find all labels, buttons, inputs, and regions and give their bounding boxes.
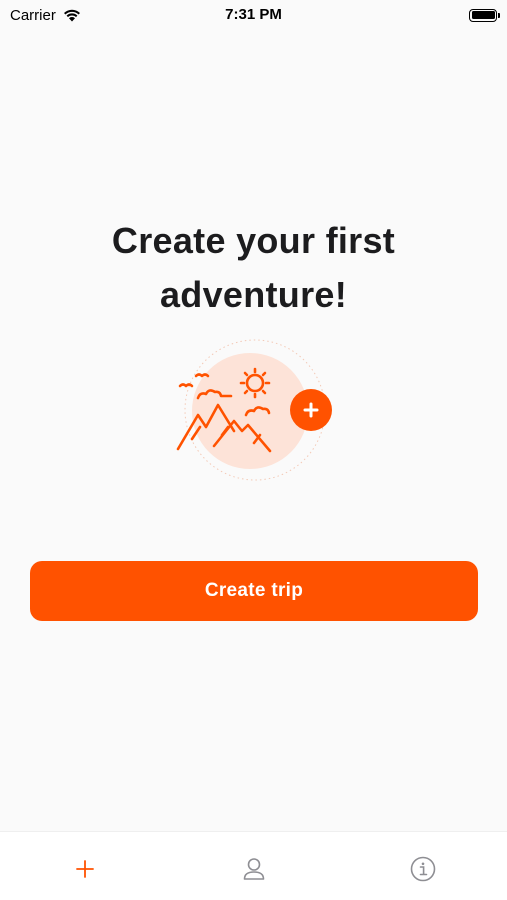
tab-info[interactable] (393, 854, 453, 884)
status-time: 7:31 PM (225, 6, 282, 23)
tab-create[interactable] (55, 854, 115, 884)
wifi-icon (63, 9, 80, 22)
headline-line-2: adventure! (159, 274, 348, 315)
plus-icon (75, 860, 94, 878)
carrier-label: Carrier (10, 6, 56, 24)
headline-line-1: Create your first (111, 220, 396, 261)
create-trip-button[interactable]: Create trip (30, 561, 478, 621)
page-title: Create your first adventure! (0, 214, 507, 322)
person-icon (243, 858, 264, 880)
mountains-illustration-icon (176, 339, 332, 481)
info-icon (410, 856, 435, 882)
tab-profile[interactable] (224, 854, 284, 884)
status-bar: Carrier 7:31 PM (0, 0, 507, 30)
status-left: Carrier (10, 7, 82, 24)
tab-bar (0, 831, 507, 900)
battery-icon (469, 8, 500, 22)
